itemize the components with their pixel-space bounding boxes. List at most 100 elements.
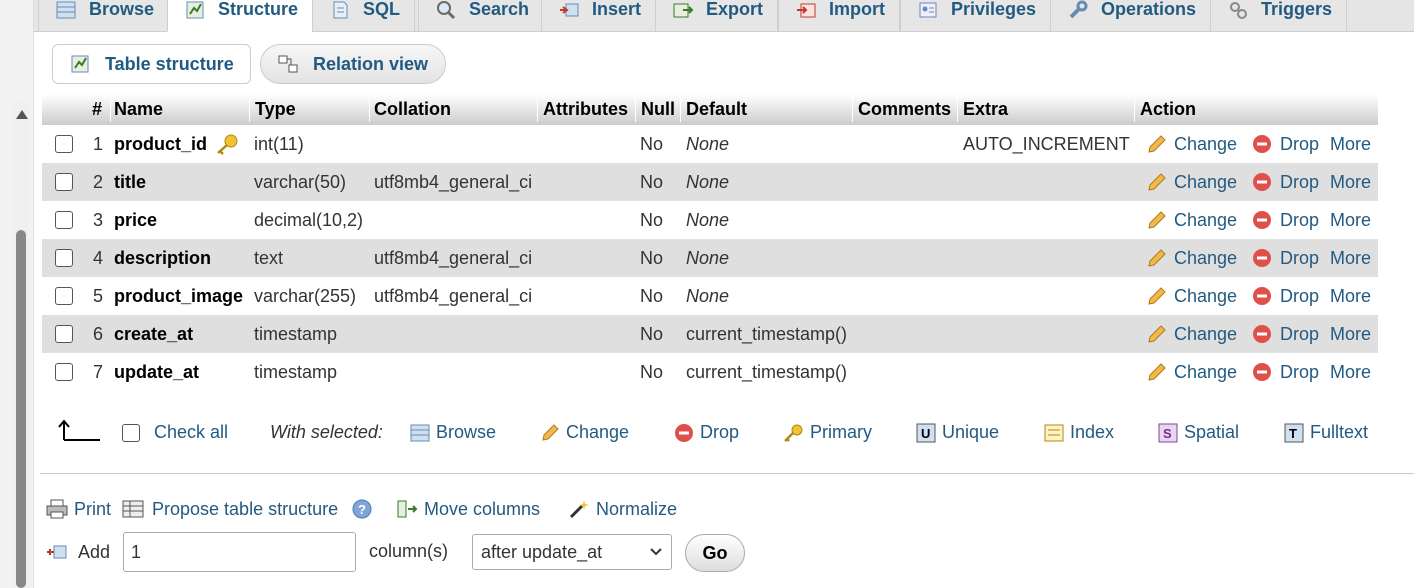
tab-export[interactable]: Export — [655, 0, 779, 32]
row-checkbox[interactable] — [55, 325, 73, 343]
column-position-select[interactable]: after update_at — [472, 534, 672, 570]
index-icon — [1044, 424, 1064, 441]
row-number: 4 — [93, 247, 104, 268]
normalize-link[interactable]: Normalize — [568, 498, 677, 520]
table-row: 1 product_id int(11) No None AUTO_INCREMENT Ch… — [42, 125, 1378, 163]
change-label: Change — [1174, 285, 1238, 306]
bulk-primary-button[interactable]: Primary — [782, 422, 872, 443]
tab-privileges[interactable]: Privileges — [900, 0, 1052, 32]
row-checkbox[interactable] — [55, 363, 73, 381]
more-action[interactable]: More — [1330, 353, 1371, 391]
row-checkbox[interactable] — [55, 211, 73, 229]
drop-action[interactable]: Drop — [1252, 353, 1319, 391]
col-extra-header: Extra — [963, 99, 1009, 119]
change-action[interactable]: Change — [1146, 201, 1237, 239]
drop-icon — [675, 423, 693, 442]
change-action[interactable]: Change — [1146, 239, 1237, 277]
svg-text:?: ? — [358, 502, 366, 517]
change-action[interactable]: Change — [1146, 277, 1237, 315]
row-checkbox[interactable] — [55, 249, 73, 267]
drop-label: Drop — [1280, 361, 1320, 382]
tab-insert[interactable]: Insert — [541, 0, 657, 32]
bulk-unique-button[interactable]: U Unique — [916, 422, 999, 443]
tab-operations[interactable]: Operations — [1050, 0, 1212, 32]
spatial-icon: S — [1158, 423, 1178, 442]
add-column-icon — [47, 545, 67, 559]
help-icon[interactable]: ? — [352, 499, 372, 519]
tab-structure[interactable]: Structure — [167, 0, 314, 32]
key-icon — [784, 424, 803, 442]
drop-icon — [1253, 211, 1271, 229]
bulk-browse-button[interactable]: Browse — [410, 422, 496, 443]
col-name-header[interactable]: Name — [114, 94, 163, 125]
move-columns-link[interactable]: Move columns — [396, 498, 540, 520]
column-name: create_at — [114, 323, 194, 344]
bulk-fulltext-button[interactable]: T Fulltext — [1284, 422, 1368, 443]
drop-action[interactable]: Drop — [1252, 277, 1319, 315]
check-all[interactable]: Check all — [122, 422, 228, 443]
print-link[interactable]: Print — [46, 498, 111, 520]
change-action[interactable]: Change — [1146, 163, 1237, 201]
pencil-icon — [1148, 249, 1166, 267]
propose-structure-link[interactable]: Propose table structure ? — [122, 498, 372, 520]
change-label: Change — [1174, 247, 1238, 268]
more-action[interactable]: More — [1330, 201, 1371, 239]
relation-view-button[interactable]: Relation view — [260, 44, 446, 84]
tab-triggers[interactable]: Triggers — [1210, 0, 1348, 32]
pencil-icon — [1148, 363, 1166, 381]
column-null: No — [640, 247, 664, 268]
column-type: text — [254, 247, 284, 268]
tab-browse[interactable]: Browse — [38, 0, 170, 32]
button-label: Relation view — [313, 53, 429, 74]
bulk-index-button[interactable]: Index — [1044, 422, 1114, 443]
more-action[interactable]: More — [1330, 239, 1371, 277]
table-structure-button[interactable]: Table structure — [52, 44, 251, 84]
column-type: timestamp — [254, 361, 338, 382]
drop-action[interactable]: Drop — [1252, 125, 1319, 163]
tab-search[interactable]: Search — [418, 0, 545, 32]
move-columns-label: Move columns — [424, 498, 541, 519]
check-all-label[interactable]: Check all — [154, 422, 228, 443]
scroll-up-arrow-icon[interactable] — [16, 110, 28, 119]
bulk-change-button[interactable]: Change — [540, 422, 629, 443]
pencil-icon — [1148, 173, 1166, 191]
magic-wand-icon — [569, 500, 589, 519]
tab-import[interactable]: Import — [778, 0, 900, 32]
more-action[interactable]: More — [1330, 315, 1371, 353]
drop-action[interactable]: Drop — [1252, 163, 1319, 201]
column-null: No — [640, 285, 664, 306]
check-all-checkbox[interactable] — [122, 423, 140, 442]
col-collation-header: Collation — [374, 99, 451, 119]
row-checkbox[interactable] — [55, 173, 73, 191]
column-name: product_id — [114, 133, 207, 154]
change-action[interactable]: Change — [1146, 315, 1237, 353]
table-header-row: # Name Type Collation Attributes Null De… — [42, 94, 1378, 125]
bulk-spatial-button[interactable]: S Spatial — [1158, 422, 1239, 443]
change-action[interactable]: Change — [1146, 353, 1237, 391]
scrollbar-thumb[interactable] — [16, 230, 26, 588]
drop-action[interactable]: Drop — [1252, 315, 1319, 353]
top-tab-bar: Browse Structure SQL Search Insert Expor… — [34, 0, 1414, 32]
column-collation: utf8mb4_general_ci — [374, 285, 533, 306]
bulk-drop-button[interactable]: Drop — [674, 422, 739, 443]
column-null: No — [640, 171, 664, 192]
drop-action[interactable]: Drop — [1252, 239, 1319, 277]
col-num-header: # — [92, 99, 103, 119]
drop-label: Drop — [1280, 171, 1320, 192]
drop-label: Drop — [1280, 247, 1320, 268]
column-default: current_timestamp() — [686, 323, 848, 344]
unique-icon: U — [916, 423, 936, 442]
row-checkbox[interactable] — [55, 135, 73, 153]
sql-icon — [333, 1, 348, 18]
more-action[interactable]: More — [1330, 163, 1371, 201]
bulk-drop-label: Drop — [700, 422, 740, 442]
change-action[interactable]: Change — [1146, 125, 1237, 163]
more-action[interactable]: More — [1330, 277, 1371, 315]
drop-icon — [1253, 249, 1271, 267]
tab-sql[interactable]: SQL — [312, 0, 416, 32]
drop-action[interactable]: Drop — [1252, 201, 1319, 239]
more-action[interactable]: More — [1330, 125, 1371, 163]
column-count-input[interactable]: 1 — [123, 532, 356, 572]
go-button[interactable]: Go — [685, 534, 745, 572]
row-checkbox[interactable] — [55, 287, 73, 305]
